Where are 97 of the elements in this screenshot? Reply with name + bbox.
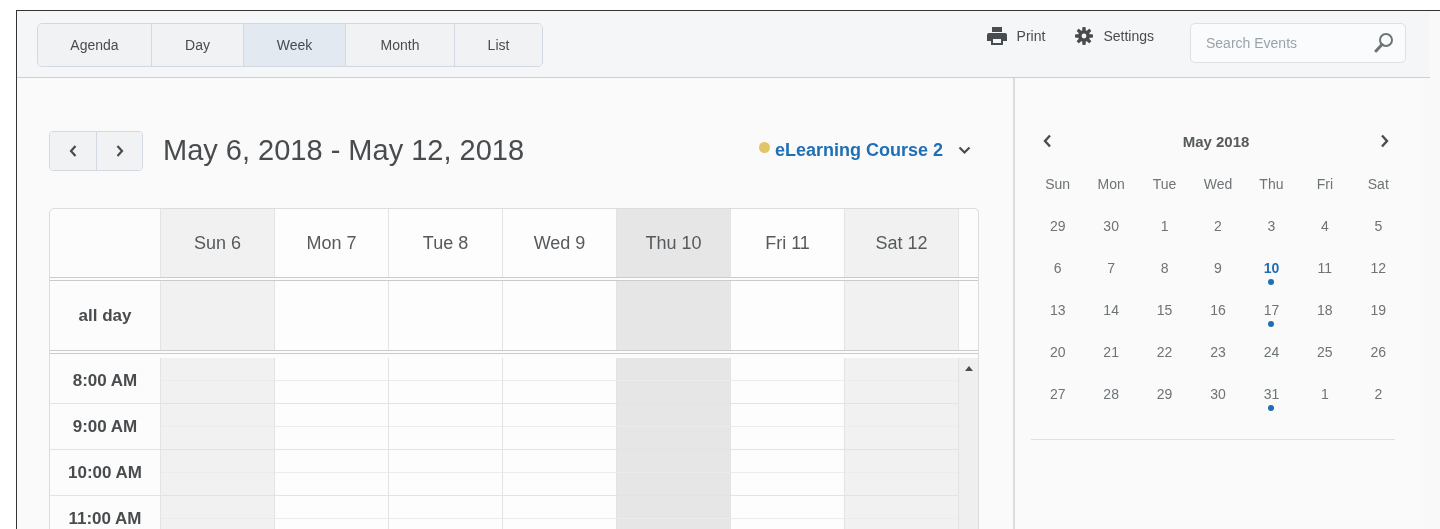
time-slot[interactable] [389,496,503,529]
calendar-day[interactable]: 14 [1103,302,1119,318]
time-slot[interactable] [503,496,617,529]
chevron-left-icon [69,144,77,157]
time-slot[interactable] [389,404,503,449]
time-slot[interactable] [731,404,845,449]
time-slot[interactable] [275,358,389,403]
view-tab[interactable]: Month [346,24,455,66]
calendar-day[interactable]: 5 [1374,218,1383,234]
calendar-day[interactable]: 1 [1320,386,1329,402]
weekday-label: Fri [1315,176,1334,194]
time-slot[interactable] [617,496,731,529]
time-slot[interactable] [731,450,845,495]
time-slot[interactable] [389,450,503,495]
all-day-cell[interactable] [617,281,731,350]
day-header: Thu 10 [617,209,731,277]
calendar-day[interactable]: 30 [1210,386,1226,402]
all-day-cell[interactable] [845,281,959,350]
calendar-day[interactable]: 24 [1263,344,1280,360]
calendar-day[interactable]: 7 [1107,260,1116,276]
scrollbar[interactable] [959,358,978,529]
weekday-label: Sat [1366,176,1390,194]
previous-week-button[interactable] [50,131,96,170]
time-slot[interactable] [845,450,959,495]
calendar-day[interactable]: 29 [1156,386,1173,402]
month-title: May 2018 [1182,132,1250,150]
calendar-day[interactable]: 19 [1370,302,1387,318]
chevron-right-icon [1380,134,1389,148]
scroll-up-icon [964,366,973,371]
calendar-day[interactable]: 3 [1267,218,1276,234]
view-tab[interactable]: Agenda [38,24,152,66]
calendar-day[interactable]: 16 [1210,302,1226,318]
view-tab[interactable]: Day [152,24,244,66]
calendar-day[interactable]: 8 [1160,260,1169,276]
all-day-cell[interactable] [161,281,275,350]
weekday-label: Tue [1151,176,1178,194]
next-week-button[interactable] [96,131,142,170]
calendar-day[interactable]: 17 [1263,302,1280,318]
weekday-label: Mon [1096,176,1126,194]
calendar-day[interactable]: 10 [1263,260,1280,276]
calendar-day[interactable]: 1 [1160,218,1169,234]
chevron-down-icon [958,146,971,155]
calendar-day[interactable]: 26 [1370,344,1387,360]
time-slot[interactable] [845,358,959,403]
weekday-label: Wed [1202,176,1234,194]
weekday-label: Sun [1044,176,1072,194]
time-slot[interactable] [845,404,959,449]
time-slot[interactable] [161,496,275,529]
print-button[interactable]: Print [986,23,1046,49]
view-tab[interactable]: Week [244,24,346,66]
chevron-right-icon [115,144,124,157]
printer-icon [986,27,1007,45]
settings-icon [1075,27,1094,45]
calendar-day[interactable]: 25 [1317,344,1333,360]
search-field[interactable]: Search Events [1190,23,1406,63]
calendar-filter-dropdown[interactable]: eLearning Course 2 [758,140,971,161]
time-slot[interactable] [161,450,275,495]
time-slot[interactable] [617,358,731,403]
calendar-day[interactable]: 4 [1320,218,1329,234]
time-slot[interactable] [503,358,617,403]
time-slot[interactable] [731,358,845,403]
time-slot[interactable] [731,496,845,529]
calendar-day[interactable]: 2 [1374,386,1383,402]
search-icon [1374,32,1394,54]
calendar-day[interactable]: 20 [1049,344,1066,360]
calendar-day[interactable]: 11 [1317,260,1333,276]
calendar-day[interactable]: 2 [1214,218,1222,234]
calendar-day[interactable]: 30 [1103,218,1119,234]
time-slot[interactable] [275,450,389,495]
calendar-day[interactable]: 12 [1370,260,1387,276]
calendar-day[interactable]: 13 [1049,302,1066,318]
calendar-day[interactable]: 31 [1263,386,1280,402]
date-range-title: May 6, 2018 - May 12, 2018 [163,134,526,167]
view-tab[interactable]: List [455,24,542,66]
chevron-left-icon [1043,134,1052,148]
day-header: Sun 6 [161,209,275,277]
settings-button[interactable]: Settings [1075,23,1154,49]
time-slot[interactable] [503,450,617,495]
calendar-day[interactable]: 22 [1156,344,1173,360]
calendar-day[interactable]: 9 [1214,260,1222,276]
time-slot[interactable] [275,404,389,449]
day-header: Sat 12 [845,209,959,277]
calendar-day[interactable]: 27 [1049,386,1066,402]
calendar-day[interactable]: 18 [1317,302,1333,318]
calendar-day[interactable]: 29 [1049,218,1066,234]
calendar-day[interactable]: 15 [1156,302,1173,318]
time-slot[interactable] [275,496,389,529]
calendar-day[interactable]: 21 [1103,344,1119,360]
calendar-day[interactable]: 28 [1103,386,1119,402]
calendar-day[interactable]: 6 [1053,260,1062,276]
time-slot[interactable] [161,404,275,449]
weekday-label: Thu [1258,176,1285,194]
time-slot[interactable] [845,496,959,529]
calendar-day[interactable]: 23 [1210,344,1226,360]
time-slot[interactable] [161,358,275,403]
time-slot[interactable] [503,404,617,449]
time-slot[interactable] [389,358,503,403]
